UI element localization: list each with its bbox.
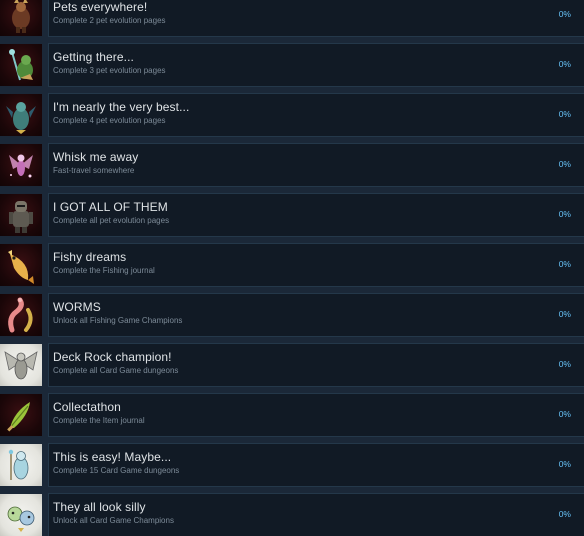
achievement-title: Whisk me away: [53, 150, 139, 164]
achievement-title: This is easy! Maybe...: [53, 450, 172, 464]
achievement-row[interactable]: Collectathon Complete the Item journal 0…: [0, 390, 584, 440]
achievement-title: WORMS: [53, 300, 101, 314]
achievement-panel: [48, 293, 584, 337]
winged-champion-icon: [0, 344, 42, 386]
achievement-panel: [48, 393, 584, 437]
achievement-percent: 0%: [558, 209, 571, 219]
achievement-description: Fast-travel somewhere: [53, 166, 135, 175]
achievement-title: Fishy dreams: [53, 250, 127, 264]
achievement-percent: 0%: [558, 409, 571, 419]
green-staff-creature-icon: [0, 44, 42, 86]
achievement-description: Complete 3 pet evolution pages: [53, 66, 166, 75]
achievement-description: Unlock all Fishing Game Champions: [53, 316, 183, 325]
achievement-row[interactable]: This is easy! Maybe... Complete 15 Card …: [0, 440, 584, 490]
achievement-percent: 0%: [558, 109, 571, 119]
achievement-percent: 0%: [558, 259, 571, 269]
pink-fairy-icon: [0, 144, 42, 186]
armored-knight-icon: [0, 194, 42, 236]
silly-champions-icon: [0, 494, 42, 536]
achievement-row[interactable]: Pets everywhere! Complete 2 pet evolutio…: [0, 0, 584, 40]
armored-pet-icon: [0, 0, 42, 36]
achievement-row[interactable]: Whisk me away Fast-travel somewhere 0%: [0, 140, 584, 190]
achievement-percent: 0%: [558, 509, 571, 519]
dragon-creature-icon: [0, 94, 42, 136]
achievement-row[interactable]: WORMS Unlock all Fishing Game Champions …: [0, 290, 584, 340]
achievement-list: Pets everywhere! Complete 2 pet evolutio…: [0, 0, 584, 536]
achievement-description: Complete all Card Game dungeons: [53, 366, 179, 375]
achievement-row[interactable]: Getting there... Complete 3 pet evolutio…: [0, 40, 584, 90]
achievement-row[interactable]: I GOT ALL OF THEM Complete all pet evolu…: [0, 190, 584, 240]
achievement-row[interactable]: I'm nearly the very best... Complete 4 p…: [0, 90, 584, 140]
leaf-sword-icon: [0, 394, 42, 436]
worm-icon: [0, 294, 42, 336]
achievement-title: Deck Rock champion!: [53, 350, 172, 364]
achievement-title: I GOT ALL OF THEM: [53, 200, 168, 214]
achievement-percent: 0%: [558, 309, 571, 319]
fish-icon: [0, 244, 42, 286]
achievement-percent: 0%: [558, 359, 571, 369]
achievement-percent: 0%: [558, 59, 571, 69]
card-spirit-icon: [0, 444, 42, 486]
achievement-description: Complete 2 pet evolution pages: [53, 16, 166, 25]
achievement-description: Complete 4 pet evolution pages: [53, 116, 166, 125]
achievement-row[interactable]: Deck Rock champion! Complete all Card Ga…: [0, 340, 584, 390]
achievement-title: They all look silly: [53, 500, 146, 514]
achievement-title: I'm nearly the very best...: [53, 100, 190, 114]
achievement-title: Collectathon: [53, 400, 121, 414]
achievement-description: Complete all pet evolution pages: [53, 216, 170, 225]
achievement-description: Unlock all Card Game Champions: [53, 516, 174, 525]
achievement-percent: 0%: [558, 9, 571, 19]
achievement-description: Complete the Item journal: [53, 416, 145, 425]
achievement-percent: 0%: [558, 459, 571, 469]
achievement-percent: 0%: [558, 159, 571, 169]
achievement-panel: [48, 243, 584, 287]
achievement-row[interactable]: Fishy dreams Complete the Fishing journa…: [0, 240, 584, 290]
achievement-description: Complete 15 Card Game dungeons: [53, 466, 180, 475]
achievement-row[interactable]: They all look silly Unlock all Card Game…: [0, 490, 584, 536]
achievement-title: Pets everywhere!: [53, 0, 148, 14]
achievement-description: Complete the Fishing journal: [53, 266, 155, 275]
achievement-title: Getting there...: [53, 50, 134, 64]
